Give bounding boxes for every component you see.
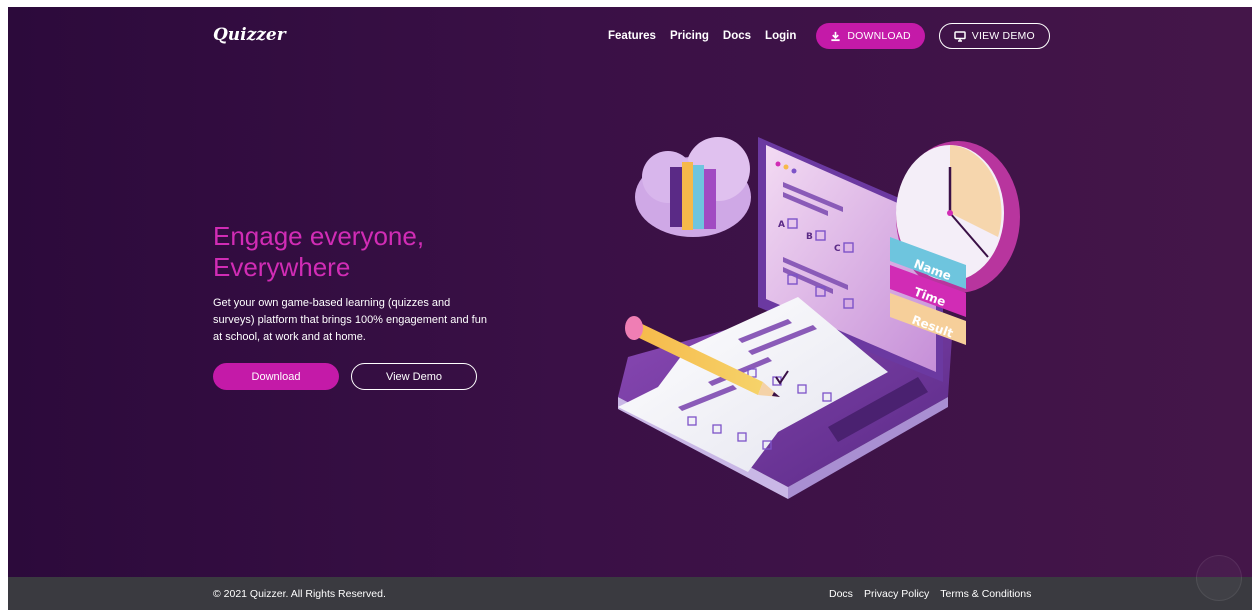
- screen-option-c: C: [834, 244, 841, 254]
- footer-link-terms[interactable]: Terms & Conditions: [940, 588, 1031, 600]
- footer-link-privacy[interactable]: Privacy Policy: [864, 588, 929, 600]
- hero-download-button[interactable]: Download: [213, 363, 339, 390]
- download-icon: [831, 31, 840, 41]
- hero-description: Get your own game-based learning (quizze…: [213, 297, 487, 343]
- monitor-icon: [954, 30, 966, 42]
- footer-links: Docs Privacy Policy Terms & Conditions: [829, 588, 1031, 600]
- nav-download-label: DOWNLOAD: [847, 30, 911, 42]
- top-nav: Features Pricing Docs Login DOWNLOAD VIE…: [608, 22, 1050, 50]
- nav-download-button[interactable]: DOWNLOAD: [816, 23, 925, 49]
- nav-link-docs[interactable]: Docs: [723, 30, 751, 42]
- site-footer: © 2021 Quizzer. All Rights Reserved. Doc…: [8, 577, 1252, 610]
- nav-link-features[interactable]: Features: [608, 30, 656, 42]
- scroll-to-top-button[interactable]: [1196, 555, 1242, 601]
- hero-headline-line2: Everywhere: [213, 252, 351, 282]
- hero-view-demo-button[interactable]: View Demo: [351, 363, 477, 390]
- hero-headline: Engage everyone, Everywhere: [213, 221, 424, 283]
- nav-view-demo-button[interactable]: VIEW DEMO: [938, 23, 1050, 49]
- nav-link-pricing[interactable]: Pricing: [670, 30, 709, 42]
- hero-section: Quizzer Features Pricing Docs Login DOWN…: [8, 7, 1252, 577]
- screen-option-b: B: [806, 232, 813, 242]
- nav-view-demo-label: VIEW DEMO: [971, 30, 1035, 42]
- hero-headline-line1: Engage everyone,: [213, 221, 425, 251]
- brand-logo[interactable]: Quizzer: [213, 25, 286, 45]
- nav-link-login[interactable]: Login: [765, 30, 796, 42]
- footer-link-docs[interactable]: Docs: [829, 588, 853, 600]
- quiz-illustration: A B C Name Time Result: [618, 137, 1020, 499]
- screen-option-a: A: [778, 220, 785, 230]
- cloud-books: [635, 137, 751, 237]
- page-frame: Quizzer Features Pricing Docs Login DOWN…: [8, 7, 1252, 610]
- copyright-text: © 2021 Quizzer. All Rights Reserved.: [213, 588, 386, 600]
